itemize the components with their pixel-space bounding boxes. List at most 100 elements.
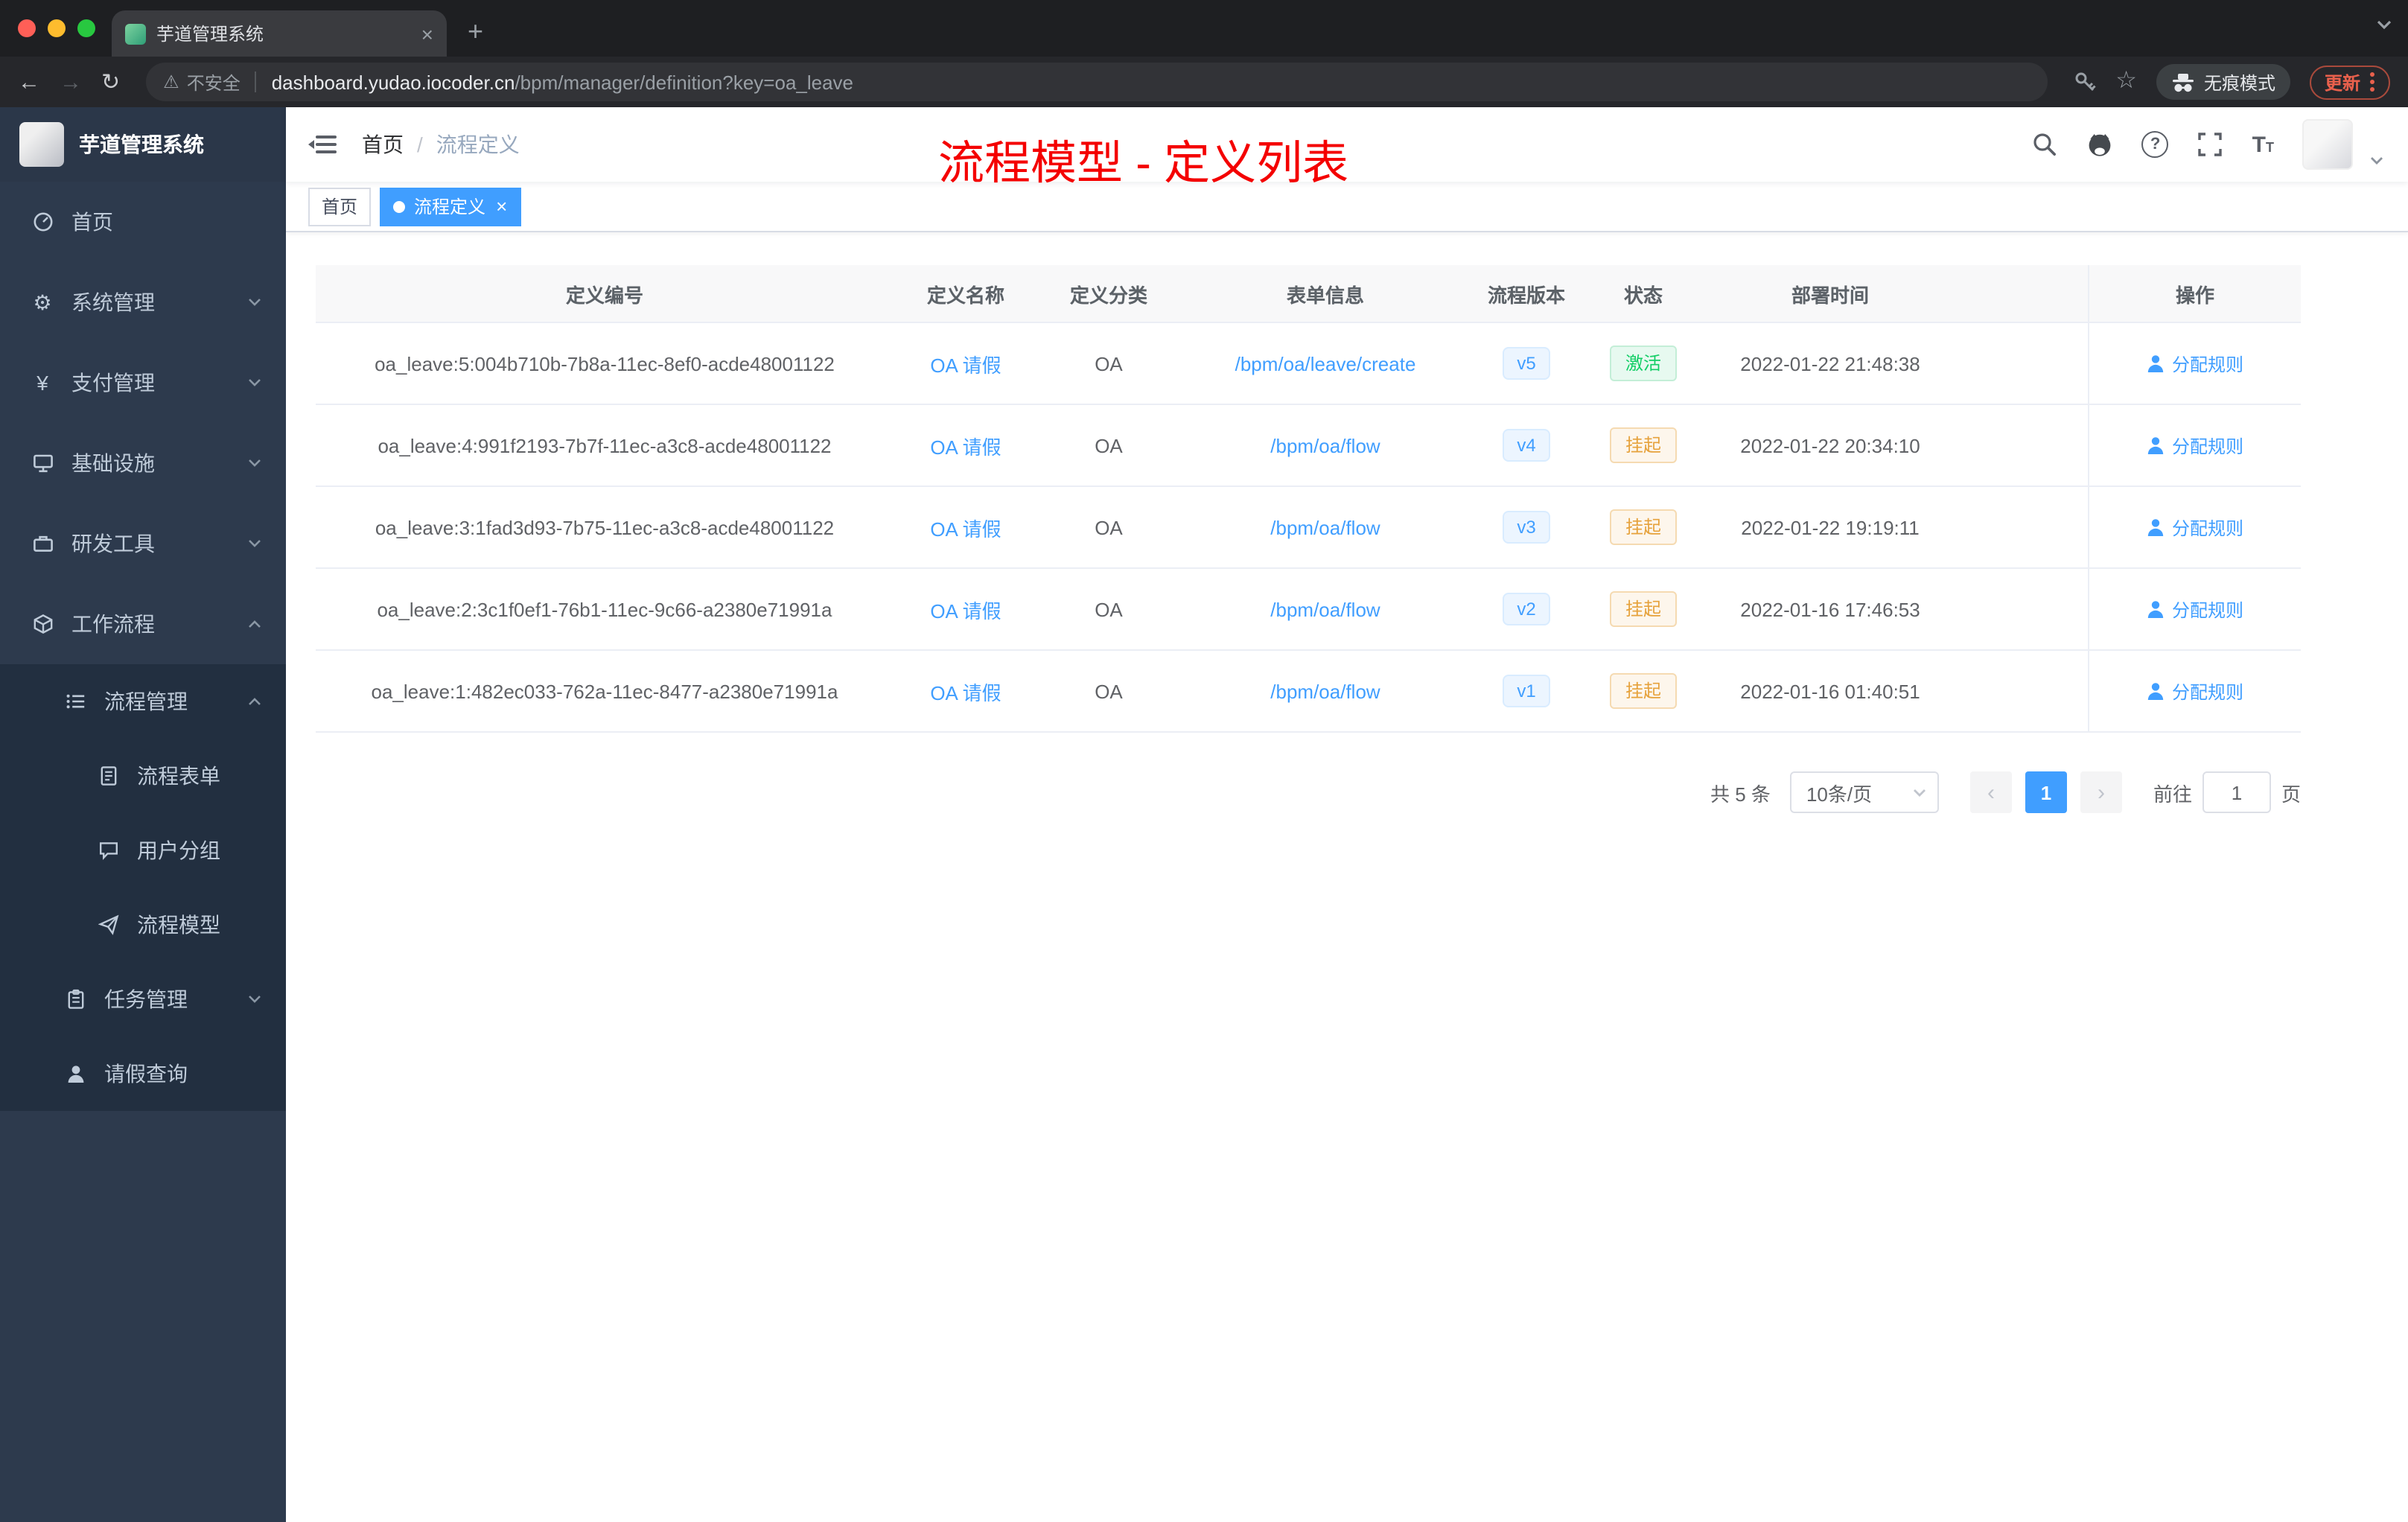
sidebar-item-process-form[interactable]: 流程表单 bbox=[0, 739, 286, 813]
screen: 芋道管理系统 × + ← → ↻ ⚠ 不安全 dashboard.yudao.i… bbox=[0, 0, 2408, 1522]
chevron-up-icon bbox=[247, 695, 262, 707]
url-domain: dashboard.yudao.iocoder.cn bbox=[271, 71, 515, 93]
sidebar-item-system-management[interactable]: ⚙ 系统管理 bbox=[0, 262, 286, 343]
sidebar: 芋道管理系统 首页 ⚙ 系统管理 ¥ 支付管理 基础设施 研发工具 工作流程 流… bbox=[0, 107, 286, 1522]
clipboard-icon bbox=[63, 989, 88, 1010]
breadcrumb-home[interactable]: 首页 bbox=[362, 130, 404, 159]
logo-image bbox=[19, 122, 64, 167]
definition-category: OA bbox=[1095, 352, 1123, 375]
browser-tab[interactable]: 芋道管理系统 × bbox=[112, 10, 447, 57]
dashboard-icon bbox=[30, 211, 55, 232]
minimize-window-button[interactable] bbox=[48, 19, 66, 37]
tab-search-caret-icon[interactable] bbox=[2375, 18, 2393, 31]
table-row: oa_leave:5:004b710b-7b8a-11ec-8ef0-acde4… bbox=[316, 323, 2301, 405]
sidebar-item-payment-management[interactable]: ¥ 支付管理 bbox=[0, 343, 286, 423]
definition-name-link[interactable]: OA 请假 bbox=[930, 349, 1001, 378]
chevron-down-icon bbox=[247, 457, 262, 469]
chevron-down-icon bbox=[247, 296, 262, 308]
definition-name-link[interactable]: OA 请假 bbox=[930, 431, 1001, 459]
form-link[interactable]: /bpm/oa/flow bbox=[1270, 598, 1380, 620]
page-size-select[interactable]: 10条/页 bbox=[1789, 771, 1939, 813]
form-link[interactable]: /bpm/oa/flow bbox=[1270, 516, 1380, 538]
tag-close-icon[interactable]: × bbox=[496, 197, 507, 216]
filler-cell bbox=[1955, 651, 2088, 731]
logo-title: 芋道管理系统 bbox=[79, 133, 204, 156]
toolbox-icon bbox=[30, 533, 55, 554]
definition-name-link[interactable]: OA 请假 bbox=[930, 595, 1001, 623]
new-tab-button[interactable]: + bbox=[468, 16, 483, 48]
status-badge: 挂起 bbox=[1610, 590, 1676, 628]
sidebar-item-task-management[interactable]: 任务管理 bbox=[0, 962, 286, 1037]
key-icon[interactable] bbox=[2072, 70, 2096, 94]
status-badge: 挂起 bbox=[1610, 509, 1676, 546]
tag-process-definition[interactable]: 流程定义 × bbox=[380, 187, 521, 226]
github-icon[interactable] bbox=[2087, 131, 2114, 158]
sidebar-logo[interactable]: 芋道管理系统 bbox=[0, 107, 286, 182]
deploy-time: 2022-01-22 21:48:38 bbox=[1740, 352, 1920, 375]
avatar-caret-icon[interactable] bbox=[2369, 155, 2384, 170]
assign-rule-link[interactable]: 分配规则 bbox=[2147, 596, 2243, 622]
user-icon bbox=[2148, 355, 2165, 372]
prev-page-button[interactable]: ‹ bbox=[1969, 771, 2012, 813]
incognito-spy-icon bbox=[2172, 73, 2194, 92]
browser-update-button[interactable]: 更新 bbox=[2309, 65, 2390, 99]
sidebar-item-process-management[interactable]: 流程管理 bbox=[0, 664, 286, 739]
reload-button[interactable]: ↻ bbox=[101, 71, 120, 93]
form-link[interactable]: /bpm/oa/flow bbox=[1270, 434, 1380, 456]
status-badge: 挂起 bbox=[1610, 427, 1676, 464]
assign-rule-link[interactable]: 分配规则 bbox=[2147, 433, 2243, 458]
tab-close-icon[interactable]: × bbox=[421, 23, 433, 44]
forward-button[interactable]: → bbox=[60, 71, 82, 93]
zoom-window-button[interactable] bbox=[77, 19, 95, 37]
sidebar-item-process-model[interactable]: 流程模型 bbox=[0, 888, 286, 962]
column-header: 定义名称 bbox=[926, 284, 1004, 306]
column-header: 流程版本 bbox=[1487, 284, 1565, 306]
page-number-button[interactable]: 1 bbox=[2025, 771, 2067, 813]
breadcrumb: 首页 / 流程定义 bbox=[362, 130, 520, 159]
status-badge: 挂起 bbox=[1610, 672, 1676, 710]
close-window-button[interactable] bbox=[18, 19, 36, 37]
list-icon bbox=[63, 691, 88, 712]
address-bar[interactable]: ⚠ 不安全 dashboard.yudao.iocoder.cn /bpm/ma… bbox=[145, 63, 2048, 101]
definition-name-link[interactable]: OA 请假 bbox=[930, 513, 1001, 541]
goto-page-input[interactable] bbox=[2202, 771, 2271, 813]
sidebar-item-dev-tools[interactable]: 研发工具 bbox=[0, 503, 286, 584]
user-icon bbox=[63, 1063, 88, 1084]
definition-name-link[interactable]: OA 请假 bbox=[930, 677, 1001, 705]
sidebar-item-leave-query[interactable]: 请假查询 bbox=[0, 1037, 286, 1111]
annotation-title: 流程模型 - 定义列表 bbox=[938, 137, 1349, 189]
incognito-badge: 无痕模式 bbox=[2156, 64, 2290, 100]
sidebar-item-infrastructure[interactable]: 基础设施 bbox=[0, 423, 286, 503]
pagination-total: 共 5 条 bbox=[1710, 783, 1771, 805]
user-icon bbox=[2148, 519, 2165, 536]
fullscreen-icon[interactable] bbox=[2197, 131, 2224, 158]
deploy-time: 2022-01-16 01:40:51 bbox=[1740, 680, 1920, 702]
form-document-icon bbox=[95, 765, 121, 786]
avatar[interactable] bbox=[2302, 119, 2353, 170]
deploy-time: 2022-01-22 19:19:11 bbox=[1741, 516, 1920, 538]
chat-group-icon bbox=[95, 840, 121, 861]
deploy-time: 2022-01-22 20:34:10 bbox=[1740, 434, 1920, 456]
bookmark-star-icon[interactable]: ☆ bbox=[2115, 69, 2137, 94]
assign-rule-link[interactable]: 分配规则 bbox=[2147, 351, 2243, 376]
form-link[interactable]: /bpm/oa/flow bbox=[1270, 680, 1380, 702]
status-badge: 激活 bbox=[1610, 345, 1676, 382]
sidebar-fold-icon[interactable] bbox=[308, 133, 338, 156]
assign-rule-link[interactable]: 分配规则 bbox=[2147, 678, 2243, 704]
tag-home[interactable]: 首页 bbox=[308, 187, 372, 226]
assign-rule-link[interactable]: 分配规则 bbox=[2147, 515, 2243, 540]
table-row: oa_leave:4:991f2193-7b7f-11ec-a3c8-acde4… bbox=[316, 405, 2301, 487]
user-icon bbox=[2148, 683, 2165, 700]
back-button[interactable]: ← bbox=[18, 71, 40, 93]
definition-category: OA bbox=[1095, 434, 1123, 456]
help-icon[interactable]: ? bbox=[2141, 131, 2169, 158]
omnibox-divider bbox=[255, 71, 257, 92]
sidebar-item-home[interactable]: 首页 bbox=[0, 182, 286, 262]
form-link[interactable]: /bpm/oa/leave/create bbox=[1235, 352, 1416, 375]
chevron-down-icon bbox=[247, 377, 262, 389]
next-page-button[interactable]: › bbox=[2080, 771, 2122, 813]
font-size-icon[interactable]: TT bbox=[2252, 133, 2274, 156]
search-icon[interactable] bbox=[2032, 131, 2059, 158]
sidebar-item-workflow[interactable]: 工作流程 bbox=[0, 584, 286, 664]
sidebar-item-user-groups[interactable]: 用户分组 bbox=[0, 813, 286, 888]
